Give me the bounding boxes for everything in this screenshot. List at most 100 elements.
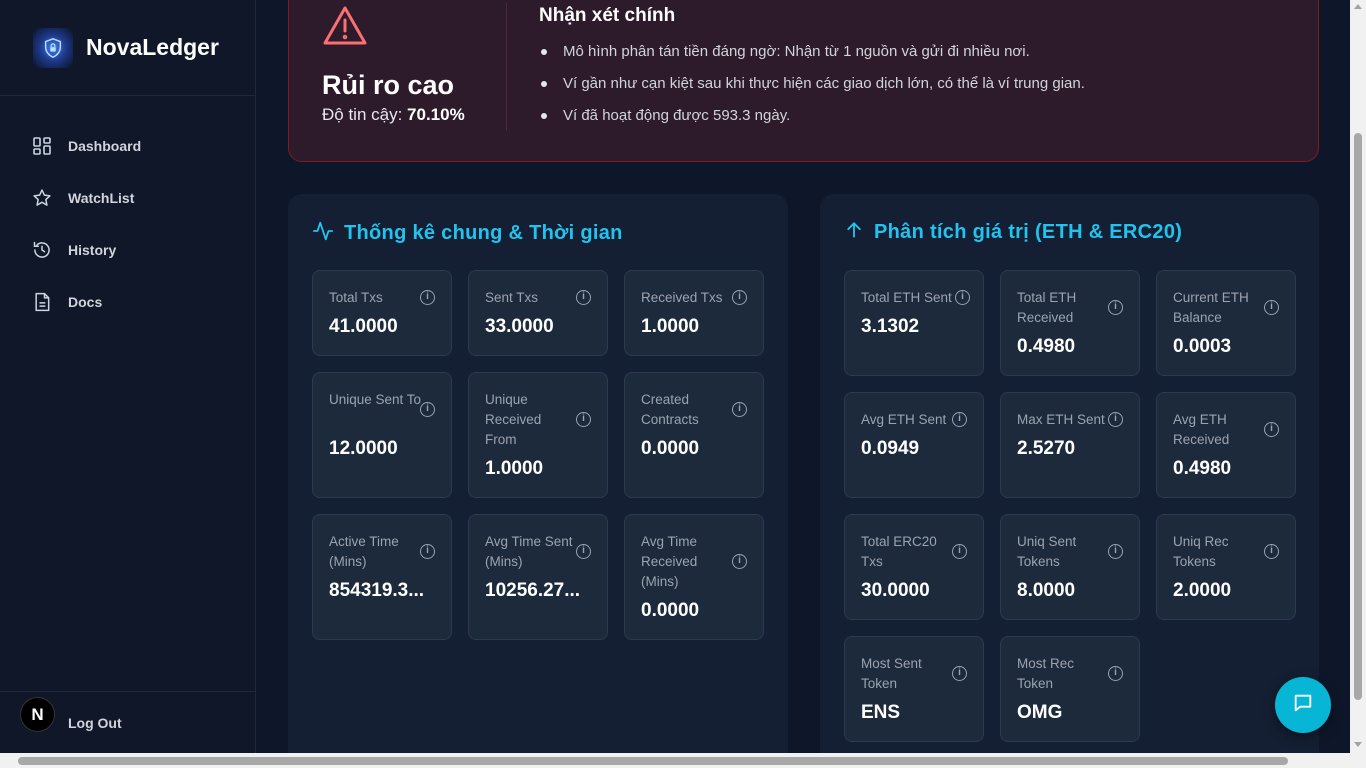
- stat-value: 12.0000: [329, 438, 398, 459]
- stat-value: 1.0000: [485, 458, 544, 479]
- info-icon[interactable]: i: [952, 544, 967, 559]
- panel-title: Phân tích giá trị (ETH & ERC20): [874, 221, 1183, 243]
- stat-value: 2.0000: [1173, 580, 1232, 601]
- vertical-scrollbar[interactable]: [1350, 0, 1366, 753]
- risk-title: Rủi ro cao: [322, 70, 455, 100]
- info-icon[interactable]: i: [1108, 412, 1123, 427]
- stat-card: Total Txs i 41.0000: [312, 270, 452, 356]
- stat-value: 33.0000: [485, 316, 554, 337]
- stat-label: Active Time (Mins): [329, 534, 399, 569]
- value-analysis-panel: Phân tích giá trị (ETH & ERC20) Total ET…: [820, 194, 1319, 753]
- info-icon[interactable]: i: [420, 402, 435, 417]
- stat-label: Total ETH Received: [1017, 290, 1077, 325]
- history-icon: [32, 240, 52, 260]
- stat-value: 30.0000: [861, 580, 930, 601]
- stat-label: Avg ETH Received: [1173, 412, 1230, 447]
- stat-value: 0.4980: [1173, 458, 1232, 479]
- info-icon[interactable]: i: [1264, 544, 1279, 559]
- sidebar-item-watchlist[interactable]: WatchList: [0, 172, 255, 224]
- info-icon[interactable]: i: [732, 554, 747, 569]
- stat-value: 854319.3...: [329, 580, 425, 601]
- stat-value: 0.0949: [861, 438, 920, 459]
- scroll-thumb[interactable]: [18, 757, 1288, 765]
- info-icon[interactable]: i: [1108, 544, 1123, 559]
- info-icon[interactable]: i: [732, 290, 747, 305]
- insight-item: Mô hình phân tán tiền đáng ngờ: Nhận từ …: [539, 43, 1085, 75]
- stat-label: Unique Received From: [485, 392, 542, 447]
- next-dev-badge[interactable]: N: [20, 697, 55, 732]
- horizontal-scrollbar[interactable]: [0, 753, 1366, 768]
- divider: [506, 3, 507, 131]
- stat-label: Total ERC20 Txs: [861, 534, 937, 569]
- info-icon[interactable]: i: [576, 412, 591, 427]
- confidence-value: 70.10%: [407, 105, 465, 124]
- stat-card: Avg ETH Sent i 0.0949: [844, 392, 984, 498]
- stat-card: Most Sent Token i ENS: [844, 636, 984, 742]
- chat-icon: [1292, 692, 1314, 719]
- sidebar-item-dashboard[interactable]: Dashboard: [0, 120, 255, 172]
- scroll-thumb[interactable]: [1354, 133, 1362, 700]
- stat-card: Current ETH Balance i 0.0003: [1156, 270, 1296, 376]
- stat-label: Most Sent Token: [861, 656, 922, 691]
- brand[interactable]: NovaLedger: [0, 0, 255, 96]
- stat-label: Most Rec Token: [1017, 656, 1075, 691]
- info-icon[interactable]: i: [1108, 666, 1123, 681]
- info-icon[interactable]: i: [1264, 300, 1279, 315]
- info-icon[interactable]: i: [952, 412, 967, 427]
- info-icon[interactable]: i: [576, 290, 591, 305]
- stat-card: Max ETH Sent i 2.5270: [1000, 392, 1140, 498]
- stat-label: Avg Time Sent (Mins): [485, 534, 573, 569]
- stat-label: Total ETH Sent: [861, 290, 952, 305]
- stat-card: Unique Received From i 1.0000: [468, 372, 608, 498]
- risk-confidence: Độ tin cậy: 70.10%: [322, 105, 507, 125]
- stat-value: 8.0000: [1017, 580, 1076, 601]
- sidebar-item-label: WatchList: [68, 190, 135, 206]
- stat-label: Avg ETH Sent: [861, 412, 947, 427]
- info-icon[interactable]: i: [952, 666, 967, 681]
- stat-card: Avg Time Sent (Mins) i 10256.27...: [468, 514, 608, 640]
- stat-card: Sent Txs i 33.0000: [468, 270, 608, 356]
- sidebar-item-docs[interactable]: Docs: [0, 276, 255, 328]
- sidebar-item-history[interactable]: History: [0, 224, 255, 276]
- stat-card: Avg ETH Received i 0.4980: [1156, 392, 1296, 498]
- info-icon[interactable]: i: [1108, 300, 1123, 315]
- info-icon[interactable]: i: [420, 290, 435, 305]
- insight-item: Ví gần như cạn kiệt sau khi thực hiện cá…: [539, 75, 1085, 107]
- stat-card: Created Contracts i 0.0000: [624, 372, 764, 498]
- info-icon[interactable]: i: [576, 544, 591, 559]
- main-content: Rủi ro cao Độ tin cậy: 70.10% Nhận xét c…: [256, 0, 1350, 753]
- logout-label: Log Out: [68, 714, 122, 731]
- stat-value: 1.0000: [641, 316, 700, 337]
- info-icon[interactable]: i: [1264, 422, 1279, 437]
- info-icon[interactable]: i: [732, 402, 747, 417]
- app-name: NovaLedger: [86, 34, 219, 60]
- stat-value: 3.1302: [861, 316, 920, 337]
- stat-label: Uniq Rec Tokens: [1173, 534, 1229, 569]
- stat-value: 0.4980: [1017, 336, 1076, 357]
- panel-title: Thống kê chung & Thời gian: [344, 222, 623, 244]
- stat-card: Total ETH Sent i 3.1302: [844, 270, 984, 376]
- confidence-label: Độ tin cậy:: [322, 105, 403, 124]
- info-icon[interactable]: i: [955, 290, 970, 305]
- sidebar-item-label: Docs: [68, 294, 103, 310]
- sidebar-item-label: History: [68, 242, 117, 258]
- stat-value: 0.0000: [641, 600, 700, 621]
- scroll-up-arrow-icon[interactable]: [1354, 4, 1362, 9]
- stat-label: Current ETH Balance: [1173, 290, 1249, 325]
- warning-icon: [322, 5, 507, 52]
- stat-label: Sent Txs: [485, 290, 539, 305]
- insights-title: Nhận xét chính: [539, 5, 676, 26]
- scroll-down-arrow-icon[interactable]: [1354, 742, 1362, 747]
- chat-button[interactable]: [1275, 677, 1331, 733]
- sidebar-item-label: Dashboard: [68, 138, 142, 154]
- stat-value: ENS: [861, 702, 901, 723]
- stat-value: 0.0003: [1173, 336, 1232, 357]
- stat-value: 2.5270: [1017, 438, 1076, 459]
- info-icon[interactable]: i: [420, 544, 435, 559]
- general-stats-panel: Thống kê chung & Thời gian Total Txs i 4…: [288, 194, 788, 753]
- dashboard-icon: [32, 136, 52, 156]
- stat-card: Uniq Sent Tokens i 8.0000: [1000, 514, 1140, 620]
- document-icon: [32, 292, 52, 312]
- stat-value: 0.0000: [641, 438, 700, 459]
- stat-card: Active Time (Mins) i 854319.3...: [312, 514, 452, 640]
